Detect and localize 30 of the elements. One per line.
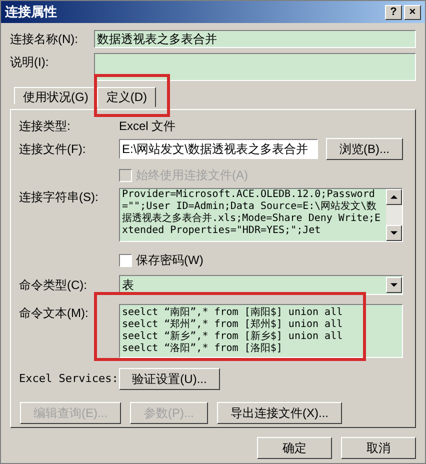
scroll-up-icon[interactable] [386, 189, 402, 205]
field-label: 说明(I): [10, 54, 50, 71]
close-button[interactable]: × [404, 4, 421, 20]
authentication-settings-button[interactable]: 验证设置(U)... [119, 368, 220, 390]
scroll-down-icon[interactable] [386, 225, 402, 241]
connection-type-value: Excel 文件 [119, 118, 176, 135]
help-button[interactable]: ? [385, 4, 402, 20]
cancel-button[interactable]: 取消 [341, 437, 416, 459]
command-text-field[interactable]: seelct “南阳”,* from [南阳$] union all seelct “郑州”,* from [郑州$] union all seelct “新乡”,* from [新乡$] union all seelct “洛阳”,* from [洛阳$] [119, 304, 403, 358]
name-field[interactable]: 数据透视表之多表合并 [94, 30, 416, 48]
field-label: 连接文件(F): [19, 141, 87, 158]
window-title: 连接属性 [5, 3, 57, 22]
field-label: 连接类型: [19, 118, 72, 135]
description-field[interactable] [94, 53, 416, 81]
scrollbar[interactable] [386, 189, 402, 241]
ok-button[interactable]: 确定 [257, 437, 332, 459]
tab[interactable]: 定义(D) [97, 86, 156, 106]
field-label: 命令类型(C): [19, 277, 88, 294]
checkbox-label: 保存密码(W) [136, 252, 204, 269]
field-label: 连接字符串(S): [19, 189, 100, 206]
connection-string-field[interactable]: Provider=Microsoft.ACE.OLEDB.12.0;Password="";User ID=Admin;Data Source=E:\网站发文\数据透视表之多表合并.xls;Mode=Share Deny Write;Extended Properties="HDR=YES;";Jet [119, 188, 403, 242]
connection-file-field[interactable]: E:\网站发文\数据透视表之多表合并 [119, 139, 318, 159]
field-label: 命令文本(M): [19, 305, 90, 322]
connection-string-text: Provider=Microsoft.ACE.OLEDB.12.0;Password="";User ID=Admin;Data Source=E:\网站发文\数据透视表之多表合并.xls;Mode=Share Deny Write;Extended Properties="HDR=YES;";Jet [122, 189, 382, 237]
checkbox[interactable] [119, 254, 132, 266]
browse-button[interactable]: 浏览(B)... [326, 138, 403, 160]
field-label: 连接名称(N): [10, 31, 79, 48]
action-button[interactable]: 导出连接文件(X)... [217, 402, 342, 424]
command-text: seelct “南阳”,* from [南阳$] union all seelct “郑州”,* from [郑州$] union all seelct “新乡”,* from [新乡$] union all seelct “洛阳”,* from [洛阳$] [122, 307, 343, 355]
field-label: Excel Services: [19, 370, 119, 387]
